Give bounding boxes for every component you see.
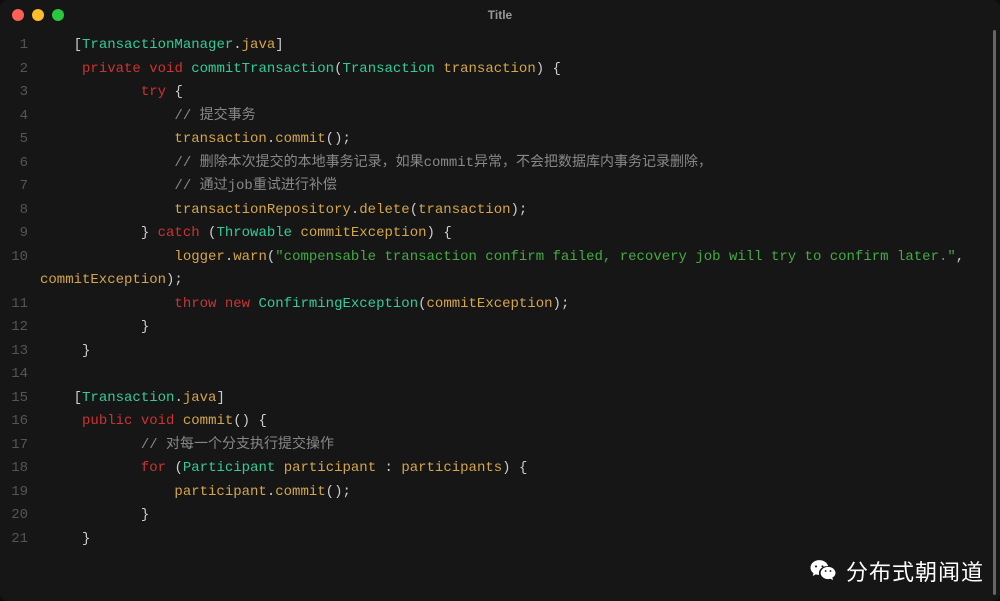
- code-line[interactable]: participant.commit();: [40, 481, 1000, 505]
- minimize-icon[interactable]: [32, 9, 44, 21]
- code-line[interactable]: // 删除本次提交的本地事务记录，如果commit异常，不会把数据库内事务记录删…: [40, 152, 1000, 176]
- line-number: 12: [0, 316, 28, 340]
- code-line[interactable]: try {: [40, 81, 1000, 105]
- watermark-text: 分布式朝闻道: [846, 555, 984, 587]
- code-line[interactable]: throw new ConfirmingException(commitExce…: [40, 293, 1000, 317]
- line-number: 7: [0, 175, 28, 199]
- code-line[interactable]: }: [40, 504, 1000, 528]
- code-line[interactable]: }: [40, 528, 1000, 552]
- window-controls: [12, 9, 64, 21]
- line-number: 19: [0, 481, 28, 505]
- code-line[interactable]: // 通过job重试进行补偿: [40, 175, 1000, 199]
- code-editor[interactable]: 123456789101112131415161718192021 [Trans…: [0, 30, 1000, 601]
- line-number: 3: [0, 81, 28, 105]
- maximize-icon[interactable]: [52, 9, 64, 21]
- window-title: Title: [488, 8, 512, 22]
- line-number: 18: [0, 457, 28, 481]
- line-number: 20: [0, 504, 28, 528]
- line-number: 8: [0, 199, 28, 223]
- line-number: 21: [0, 528, 28, 552]
- vertical-scrollbar[interactable]: [993, 30, 996, 595]
- code-line[interactable]: public void commit() {: [40, 410, 1000, 434]
- code-area[interactable]: [TransactionManager.java] private void c…: [40, 34, 1000, 601]
- line-number: 11: [0, 293, 28, 317]
- editor-window: Title 123456789101112131415161718192021 …: [0, 0, 1000, 601]
- titlebar[interactable]: Title: [0, 0, 1000, 30]
- code-line[interactable]: for (Participant participant : participa…: [40, 457, 1000, 481]
- code-line[interactable]: }: [40, 340, 1000, 364]
- line-number: 17: [0, 434, 28, 458]
- code-line[interactable]: transaction.commit();: [40, 128, 1000, 152]
- line-number: 2: [0, 58, 28, 82]
- code-line[interactable]: private void commitTransaction(Transacti…: [40, 58, 1000, 82]
- line-number: 6: [0, 152, 28, 176]
- code-line[interactable]: [Transaction.java]: [40, 387, 1000, 411]
- line-number: 16: [0, 410, 28, 434]
- wechat-icon: [808, 556, 838, 586]
- close-icon[interactable]: [12, 9, 24, 21]
- line-number: 4: [0, 105, 28, 129]
- line-number: 15: [0, 387, 28, 411]
- code-line[interactable]: [40, 363, 1000, 387]
- line-number: 13: [0, 340, 28, 364]
- watermark: 分布式朝闻道: [808, 555, 984, 587]
- line-gutter: 123456789101112131415161718192021: [0, 34, 40, 601]
- line-number: 10: [0, 246, 28, 293]
- code-line[interactable]: logger.warn("compensable transaction con…: [40, 246, 1000, 293]
- code-line[interactable]: transactionRepository.delete(transaction…: [40, 199, 1000, 223]
- line-number: 9: [0, 222, 28, 246]
- line-number: 5: [0, 128, 28, 152]
- code-line[interactable]: [TransactionManager.java]: [40, 34, 1000, 58]
- line-number: 14: [0, 363, 28, 387]
- code-line[interactable]: } catch (Throwable commitException) {: [40, 222, 1000, 246]
- code-line[interactable]: // 提交事务: [40, 105, 1000, 129]
- code-line[interactable]: }: [40, 316, 1000, 340]
- line-number: 1: [0, 34, 28, 58]
- code-line[interactable]: // 对每一个分支执行提交操作: [40, 434, 1000, 458]
